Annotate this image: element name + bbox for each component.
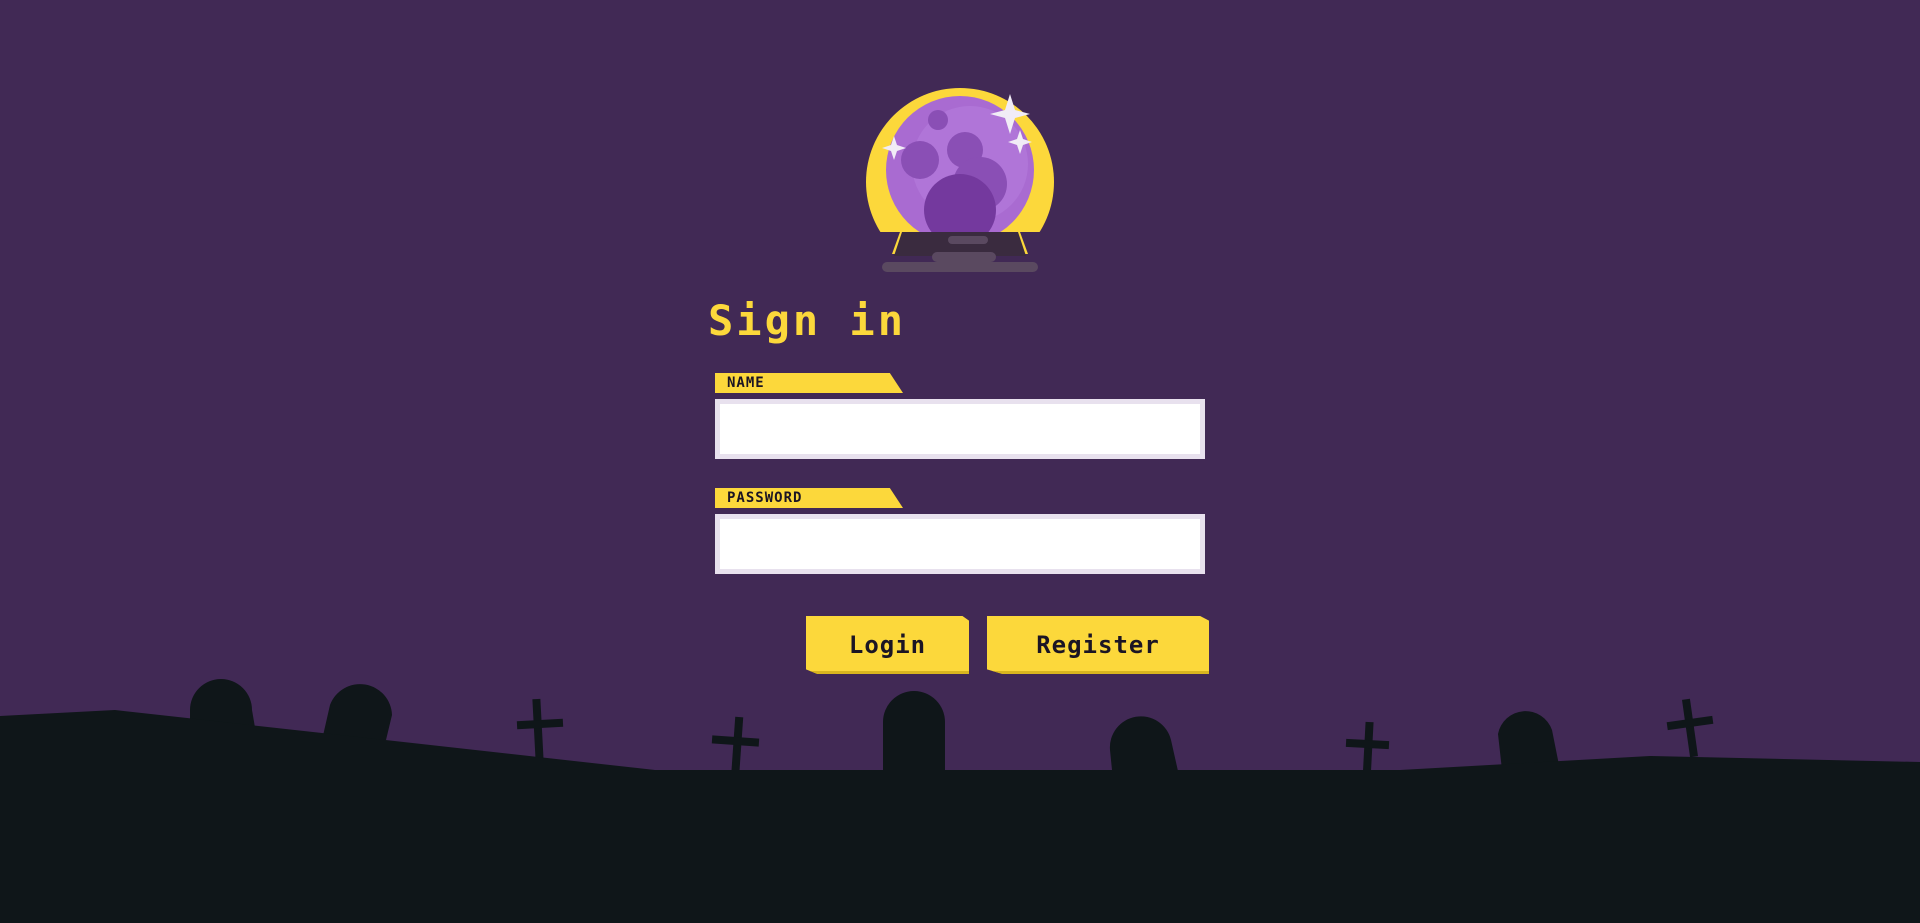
cross-grave: [516, 698, 564, 762]
tombstone: [322, 684, 392, 740]
tombstone: [883, 691, 945, 780]
ground: [0, 710, 1920, 923]
password-input[interactable]: [715, 514, 1205, 574]
name-label: NAME: [715, 373, 903, 393]
password-label: PASSWORD: [715, 488, 903, 508]
graveyard-silhouette: [0, 679, 1920, 923]
crystal-ball-icon: [860, 88, 1060, 282]
tombstone: [1498, 711, 1560, 770]
cross-grave: [1666, 698, 1714, 758]
login-button[interactable]: Login: [806, 616, 969, 674]
name-input[interactable]: [715, 399, 1205, 459]
register-button[interactable]: Register: [987, 616, 1209, 674]
page-title: Sign in: [708, 296, 907, 345]
